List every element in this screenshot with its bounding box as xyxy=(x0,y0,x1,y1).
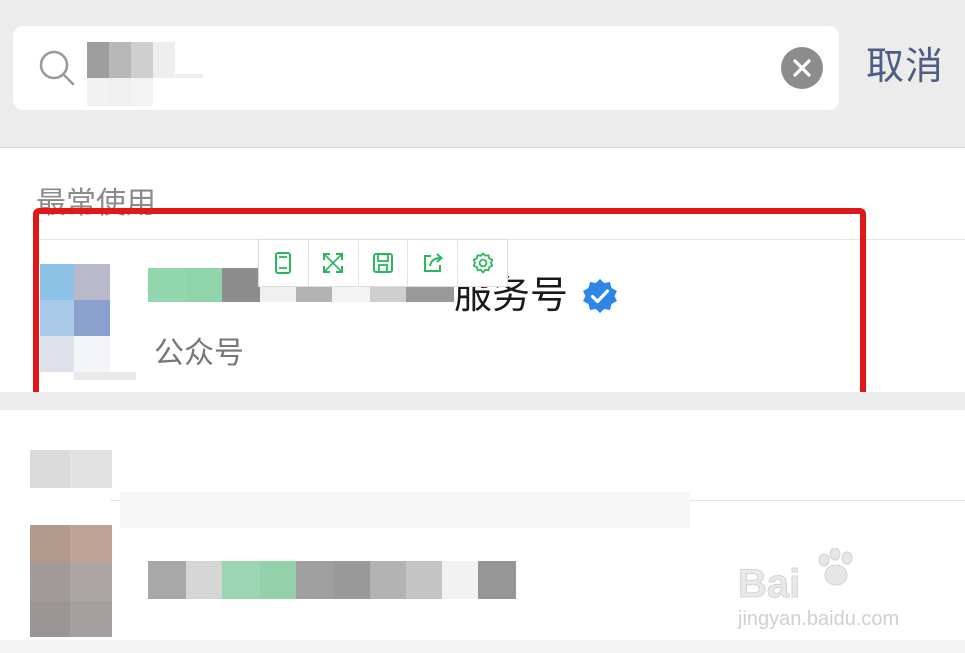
search-bar: 取消 xyxy=(0,0,965,148)
clear-search-button[interactable] xyxy=(781,47,823,89)
search-query-redacted xyxy=(87,42,203,106)
save-icon xyxy=(372,253,393,273)
watermark-url: jingyan.baidu.com xyxy=(738,608,900,630)
phone-frame-icon xyxy=(275,252,292,274)
settings-button[interactable] xyxy=(458,240,507,286)
avatar xyxy=(30,525,112,637)
floating-toolbar xyxy=(258,239,508,287)
close-icon xyxy=(793,59,811,77)
name-redacted xyxy=(148,561,516,599)
expand-button[interactable] xyxy=(309,240,359,286)
verified-badge-icon xyxy=(583,279,617,313)
redacted-area xyxy=(120,492,690,528)
search-input[interactable] xyxy=(13,26,839,110)
paw-icon xyxy=(818,548,853,586)
share-icon xyxy=(423,253,443,272)
section-header: 最常使用 xyxy=(36,186,156,221)
baidu-jingyan-watermark: Bai jingyan.baidu.com xyxy=(737,548,918,638)
share-button[interactable] xyxy=(408,240,459,286)
settings-icon xyxy=(472,252,493,274)
save-button[interactable] xyxy=(359,240,409,286)
expand-icon xyxy=(323,253,344,273)
search-icon xyxy=(39,50,75,86)
bottom-strip xyxy=(0,640,965,653)
cancel-button[interactable]: 取消 xyxy=(866,40,944,92)
list-item[interactable] xyxy=(30,525,730,640)
phone-frame-button[interactable] xyxy=(259,240,309,286)
watermark-brand: Bai xyxy=(737,562,801,607)
redacted-section-title xyxy=(30,450,112,488)
avatar xyxy=(40,264,136,380)
account-type-label: 公众号 xyxy=(154,336,244,371)
section-separator xyxy=(0,392,965,410)
